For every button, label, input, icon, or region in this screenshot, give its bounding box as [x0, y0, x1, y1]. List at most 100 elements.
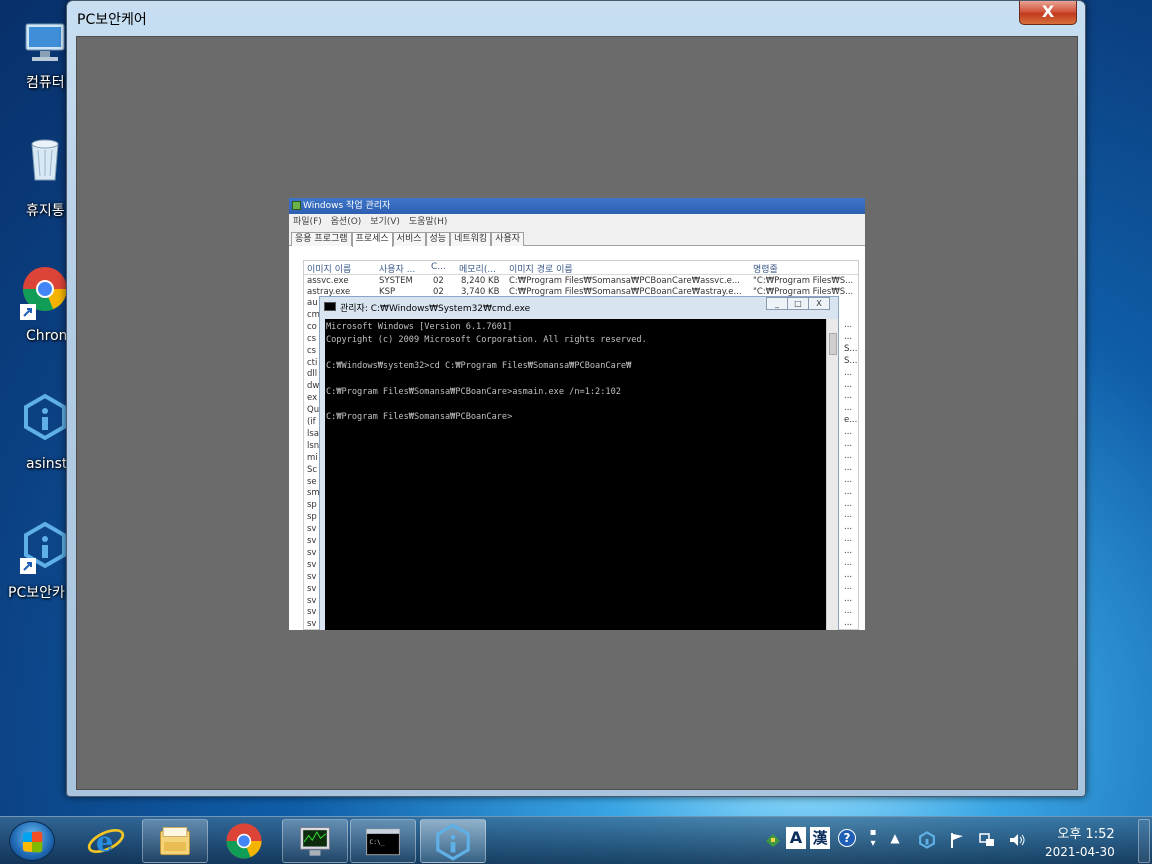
minimize-icon: _	[766, 297, 788, 310]
command-line-fragment: ...	[844, 617, 853, 628]
command-line-fragment: ...	[844, 593, 853, 604]
process-name-fragment: sp	[307, 512, 317, 523]
close-icon: X	[808, 297, 830, 310]
process-name-fragment: sv	[307, 583, 317, 594]
command-line-fragment: ...	[844, 474, 853, 485]
console-line: C:₩Windows₩system32>cd C:₩Program Files₩…	[326, 360, 632, 371]
process-name-fragment: (if	[307, 417, 316, 427]
task-manager-icon	[292, 201, 301, 210]
pc-security-icon	[436, 823, 470, 861]
process-name-fragment: sm	[307, 488, 320, 499]
command-line-fragment: ...	[844, 367, 853, 378]
menu-options: 옵션(O)	[330, 217, 362, 227]
table-cell: 02	[433, 276, 444, 286]
command-line-fragment: S...	[844, 343, 858, 354]
process-name-fragment: cs	[307, 345, 317, 356]
close-button[interactable]: X	[1019, 1, 1077, 25]
taskbar-item-pc-security[interactable]	[420, 819, 486, 863]
recycle-bin-icon	[31, 139, 59, 181]
console-line: C:₩Program Files₩Somansa₩PCBoanCare>asma…	[326, 386, 621, 397]
command-line-fragment: ...	[844, 379, 853, 390]
table-row: assvc.exe SYSTEM 02 8,240 KB C:₩Program …	[304, 276, 858, 287]
chrome-icon	[226, 823, 262, 859]
process-name-fragment: au	[307, 298, 318, 308]
taskbar-item-chrome[interactable]	[216, 819, 272, 863]
console-line: Microsoft Windows [Version 6.1.7601]	[326, 322, 513, 332]
process-list-header: 이미지 이름 사용자 ... C... 메모리(... 이미지 경로 이름 명령…	[304, 261, 858, 275]
cmd-icon	[324, 302, 336, 311]
scroll-thumb	[829, 333, 837, 355]
column-user: 사용자 ...	[379, 265, 416, 275]
taskbar-item-file-explorer[interactable]	[142, 819, 208, 863]
internet-explorer-icon: e	[87, 826, 125, 858]
command-line-fragment: ...	[844, 462, 853, 473]
window-title: PC보안케어	[77, 12, 147, 28]
help-icon[interactable]: ?	[838, 829, 856, 847]
process-name-fragment: sv	[307, 559, 317, 570]
process-name-fragment: dw	[307, 381, 320, 392]
tab-networking: 네트워킹	[450, 232, 492, 246]
command-line-fragment: ...	[844, 534, 853, 545]
pc-security-tray-icon[interactable]	[918, 831, 936, 849]
table-cell: C:₩Program Files₩Somansa₩PCBoanCare₩assv…	[509, 276, 740, 286]
command-line-fragment: ...	[844, 522, 853, 533]
input-tool-icon[interactable]	[764, 831, 782, 849]
process-name-fragment: Qu	[307, 405, 320, 416]
cmd-scrollbar	[826, 319, 838, 630]
shortcut-arrow-icon	[20, 558, 36, 574]
taskbar-item-internet-explorer[interactable]: e	[78, 819, 134, 863]
ime-options-icon[interactable]: ▪ ▾	[864, 827, 882, 849]
command-line-fragment: ...	[844, 629, 852, 630]
process-name-fragment: sp	[307, 500, 317, 511]
tab-applications: 응용 프로그램	[291, 232, 352, 246]
process-name-fragment: cs	[307, 333, 317, 344]
process-name-fragment: ex	[307, 393, 318, 404]
command-line-fragment: ...	[844, 439, 853, 449]
tab-processes: 프로세스	[351, 232, 393, 247]
process-name-fragment: mi	[307, 452, 318, 463]
volume-icon[interactable]	[1008, 831, 1026, 849]
show-hidden-icons-chevron[interactable]: ▲	[886, 831, 904, 849]
column-cpu: C...	[431, 262, 446, 272]
process-name-fragment: lsa	[307, 428, 319, 439]
process-name-fragment: sv	[307, 524, 317, 535]
show-desktop-button[interactable]	[1138, 819, 1150, 863]
clock-date[interactable]: 2021-04-30	[1045, 845, 1115, 859]
maximize-icon: □	[787, 297, 809, 310]
menu-help: 도움말(H)	[408, 217, 448, 227]
process-name-fragment: Sc	[307, 464, 318, 475]
command-line-fragment: ...	[844, 331, 853, 342]
process-name-fragment: sv	[307, 607, 317, 618]
command-line-fragment: ...	[844, 450, 853, 461]
column-image-path: 이미지 경로 이름	[509, 265, 573, 275]
tab-services: 서비스	[392, 232, 426, 246]
process-name-fragment: se	[307, 476, 317, 487]
console-output: Microsoft Windows [Version 6.1.7601] Copy…	[325, 319, 826, 630]
cmd-window: 관리자: C:₩Windows₩System32₩cmd.exe _ □ X Mic…	[319, 296, 839, 630]
clock-time[interactable]: 오후 1:52	[1056, 823, 1116, 842]
action-center-flag-icon[interactable]	[948, 831, 966, 849]
console-line: C:₩Program Files₩Somansa₩PCBoanCare>	[326, 412, 513, 423]
taskbar-item-cmd[interactable]: C:\_	[350, 819, 416, 863]
console-line: Copyright (c) 2009 Microsoft Corporation…	[326, 334, 647, 345]
table-cell: "C:₩Program Files₩S...	[753, 276, 854, 286]
tab-users: 사용자	[491, 232, 525, 246]
start-button[interactable]	[9, 821, 55, 861]
process-name-fragment: lsn	[307, 440, 320, 451]
menu-file: 파일(F)	[293, 217, 322, 227]
ime-mode-hanja[interactable]: 漢	[810, 827, 830, 849]
command-line-fragment: ...	[844, 510, 853, 521]
ime-mode-a[interactable]: A	[786, 827, 806, 849]
taskbar-item-task-manager[interactable]	[282, 819, 348, 863]
task-manager-titlebar: Windows 작업 관리자	[289, 198, 865, 214]
window-client-area: Windows 작업 관리자 파일(F) 옵션(O) 보기(V) 도움말(H) …	[76, 36, 1078, 790]
table-cell: SYSTEM	[379, 276, 413, 286]
network-icon[interactable]	[978, 831, 996, 849]
command-line-fragment: ...	[844, 558, 853, 568]
close-icon: X	[1041, 2, 1055, 21]
column-memory: 메모리(...	[459, 265, 496, 275]
pc-security-window: PC보안케어 X Windows 작업 관리자 파일(F) 옵션(O) 보기(V…	[66, 0, 1086, 797]
